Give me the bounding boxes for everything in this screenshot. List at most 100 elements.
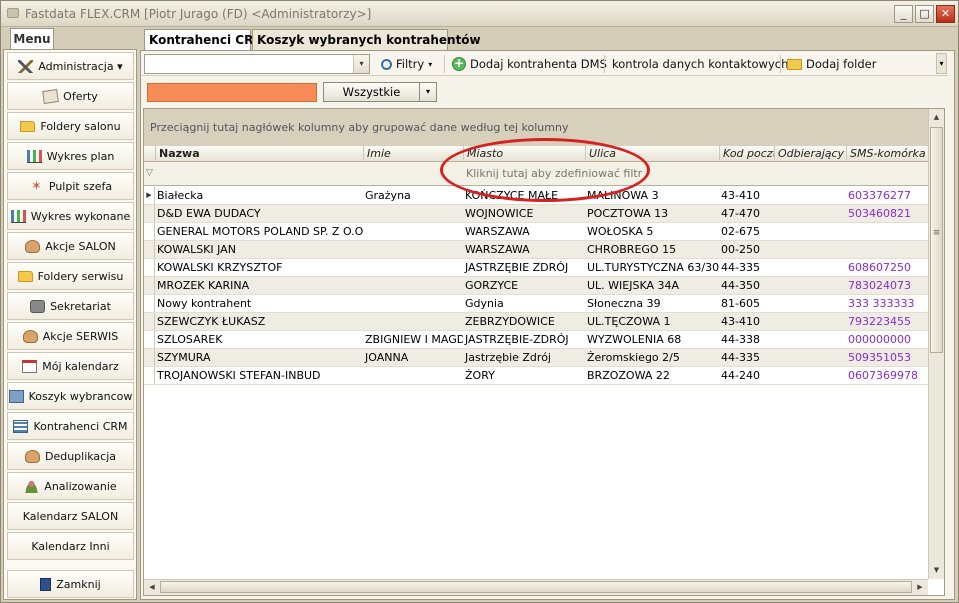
cell-sms-komorka[interactable] [846,241,928,258]
sidebar-item-foldery-serwisu[interactable]: Foldery serwisu [7,262,134,290]
table-row[interactable]: TROJANOWSKI STEFAN-INBUD ŻORY BRZOZOWA 22 4… [144,367,928,385]
scroll-up-arrow[interactable]: ▲ [930,110,943,124]
cell-nazwa[interactable]: KOWALSKI KRZYSZTOF [155,259,363,276]
chevron-down-icon[interactable]: ▾ [420,83,436,101]
cell-odbierajacy[interactable] [774,259,846,276]
scroll-left-arrow[interactable]: ◀ [145,580,159,594]
cell-imie[interactable] [363,259,463,276]
cell-ulica[interactable]: POCZTOWA 13 [585,205,719,222]
cell-miasto[interactable]: KOŃCZYCE MAŁE [463,187,585,204]
sidebar-item-zamknij[interactable]: Zamknij [7,570,134,598]
cell-kod-pocztowy[interactable]: 81-605 [719,295,774,312]
cell-odbierajacy[interactable] [774,295,846,312]
row-selector[interactable] [144,277,155,294]
sidebar-item-koszyk-wybrancow[interactable]: Koszyk wybrancow [7,382,134,410]
row-selector[interactable] [144,331,155,348]
cell-imie[interactable] [363,205,463,222]
row-selector[interactable] [144,349,155,366]
cell-miasto[interactable]: GORZYCE [463,277,585,294]
row-selector[interactable] [144,313,155,330]
scroll-right-arrow[interactable]: ▶ [913,580,927,594]
cell-kod-pocztowy[interactable]: 02-675 [719,223,774,240]
cell-kod-pocztowy[interactable]: 44-240 [719,367,774,384]
column-header-miasto[interactable]: Miasto [463,146,585,162]
filter-row[interactable]: ▽ Kliknij tutaj aby zdefiniować filtr [144,162,928,186]
cell-kod-pocztowy[interactable]: 44-335 [719,349,774,366]
cell-ulica[interactable]: CHROBREGO 15 [585,241,719,258]
cell-ulica[interactable]: UL.TĘCZOWA 1 [585,313,719,330]
column-header-ulica[interactable]: Ulica [585,146,719,162]
cell-sms-komorka[interactable]: 503460821 [846,205,928,222]
cell-imie[interactable]: Grażyna [363,187,463,204]
chevron-down-icon[interactable]: ▾ [353,55,369,73]
cell-imie[interactable] [363,277,463,294]
cell-ulica[interactable]: MALINOWA 3 [585,187,719,204]
sidebar-item-foldery-salonu[interactable]: Foldery salonu [7,112,134,140]
table-row[interactable]: GENERAL MOTORS POLAND SP. Z O.O. WARSZAWA… [144,223,928,241]
cell-nazwa[interactable]: MROZEK KARINA [155,277,363,294]
cell-odbierajacy[interactable] [774,313,846,330]
cell-odbierajacy[interactable] [774,241,846,258]
cell-imie[interactable] [363,295,463,312]
sidebar-item-pulpit-szefa[interactable]: ✶ Pulpit szefa [7,172,134,200]
table-row[interactable]: KOWALSKI JAN WARSZAWA CHROBREGO 15 00-250 [144,241,928,259]
cell-kod-pocztowy[interactable]: 47-470 [719,205,774,222]
cell-nazwa[interactable]: D&D EWA DUDACY [155,205,363,222]
cell-imie[interactable]: ZBIGNIEW I MAGDA [363,331,463,348]
title-bar[interactable]: Fastdata FLEX.CRM [Piotr Jurago (FD) <Ad… [1,1,958,27]
current-row-indicator[interactable]: ▶ [144,187,155,204]
cell-sms-komorka[interactable]: 783024073 [846,277,928,294]
cell-ulica[interactable]: UL. WIEJSKA 34A [585,277,719,294]
cell-miasto[interactable]: WARSZAWA [463,241,585,258]
menu-tab[interactable]: Menu [10,28,54,50]
table-row[interactable]: SZEWCZYK ŁUKASZ ZEBRZYDOWICE UL.TĘCZOWA 14… [144,313,928,331]
table-row[interactable]: ▶ Białecka Grażyna KOŃCZYCE MAŁE MALINOWA 34… [144,187,928,205]
table-row[interactable]: SZLOSAREK ZBIGNIEW I MAGDA JASTRZĘBIE-ZDRÓ… [144,331,928,349]
toolbar-overflow-button[interactable]: ▾ [936,53,947,74]
sidebar-item-kalendarz-salon[interactable]: Kalendarz SALON [7,502,134,530]
cell-odbierajacy[interactable] [774,349,846,366]
sidebar-item-kontrahenci-crm[interactable]: Kontrahenci CRM [7,412,134,440]
cell-nazwa[interactable]: KOWALSKI JAN [155,241,363,258]
column-header-odbierajacy[interactable]: Odbierający [774,146,846,162]
cell-kod-pocztowy[interactable]: 44-338 [719,331,774,348]
cell-kod-pocztowy[interactable]: 43-410 [719,187,774,204]
table-row[interactable]: KOWALSKI KRZYSZTOF JASTRZĘBIE ZDRÓJ UL.TUR… [144,259,928,277]
add-folder-button[interactable]: Dodaj folder [787,54,876,74]
cell-miasto[interactable]: Jastrzębie Zdrój [463,349,585,366]
cell-miasto[interactable]: ŻORY [463,367,585,384]
row-selector[interactable] [144,241,155,258]
cell-imie[interactable] [363,241,463,258]
cell-kod-pocztowy[interactable]: 44-350 [719,277,774,294]
cell-odbierajacy[interactable] [774,223,846,240]
cell-ulica[interactable]: Słoneczna 39 [585,295,719,312]
cell-odbierajacy[interactable] [774,187,846,204]
contact-data-check-button[interactable]: kontrola danych kontaktowych [612,54,788,74]
cell-sms-komorka[interactable]: 793223455 [846,313,928,330]
cell-nazwa[interactable]: GENERAL MOTORS POLAND SP. Z O.O. [155,223,363,240]
tab-kontrahenci-crm[interactable]: Kontrahenci CRM [144,29,265,51]
cell-kod-pocztowy[interactable]: 00-250 [719,241,774,258]
cell-nazwa[interactable]: SZYMURA [155,349,363,366]
color-tag[interactable] [147,83,317,102]
cell-sms-komorka[interactable]: 333 333333 [846,295,928,312]
cell-sms-komorka[interactable]: 608607250 [846,259,928,276]
horizontal-scroll-thumb[interactable] [160,581,912,593]
status-dropdown[interactable]: Wszystkie ▾ [323,82,437,102]
sidebar-item-administracja[interactable]: Administracja ▾ [7,52,134,80]
sidebar-item-sekretariat[interactable]: Sekretariat [7,292,134,320]
cell-miasto[interactable]: JASTRZĘBIE ZDRÓJ [463,259,585,276]
cell-imie[interactable] [363,367,463,384]
cell-miasto[interactable]: Gdynia [463,295,585,312]
sidebar-item-wykres-plan[interactable]: Wykres plan [7,142,134,170]
row-selector[interactable] [144,223,155,240]
sidebar-item-akcje-serwis[interactable]: Akcje SERWIS [7,322,134,350]
sidebar-item-kalendarz-inni[interactable]: Kalendarz Inni [7,532,134,560]
filters-button[interactable]: Filtry ▾ [381,54,432,74]
table-row[interactable]: Nowy kontrahent Gdynia Słoneczna 39 81-605 3… [144,295,928,313]
cell-odbierajacy[interactable] [774,331,846,348]
vertical-scroll-thumb[interactable]: ≡ [930,127,943,353]
cell-miasto[interactable]: ZEBRZYDOWICE [463,313,585,330]
cell-imie[interactable] [363,223,463,240]
column-header-kod-pocztowy[interactable]: Kod poczto [719,146,774,162]
